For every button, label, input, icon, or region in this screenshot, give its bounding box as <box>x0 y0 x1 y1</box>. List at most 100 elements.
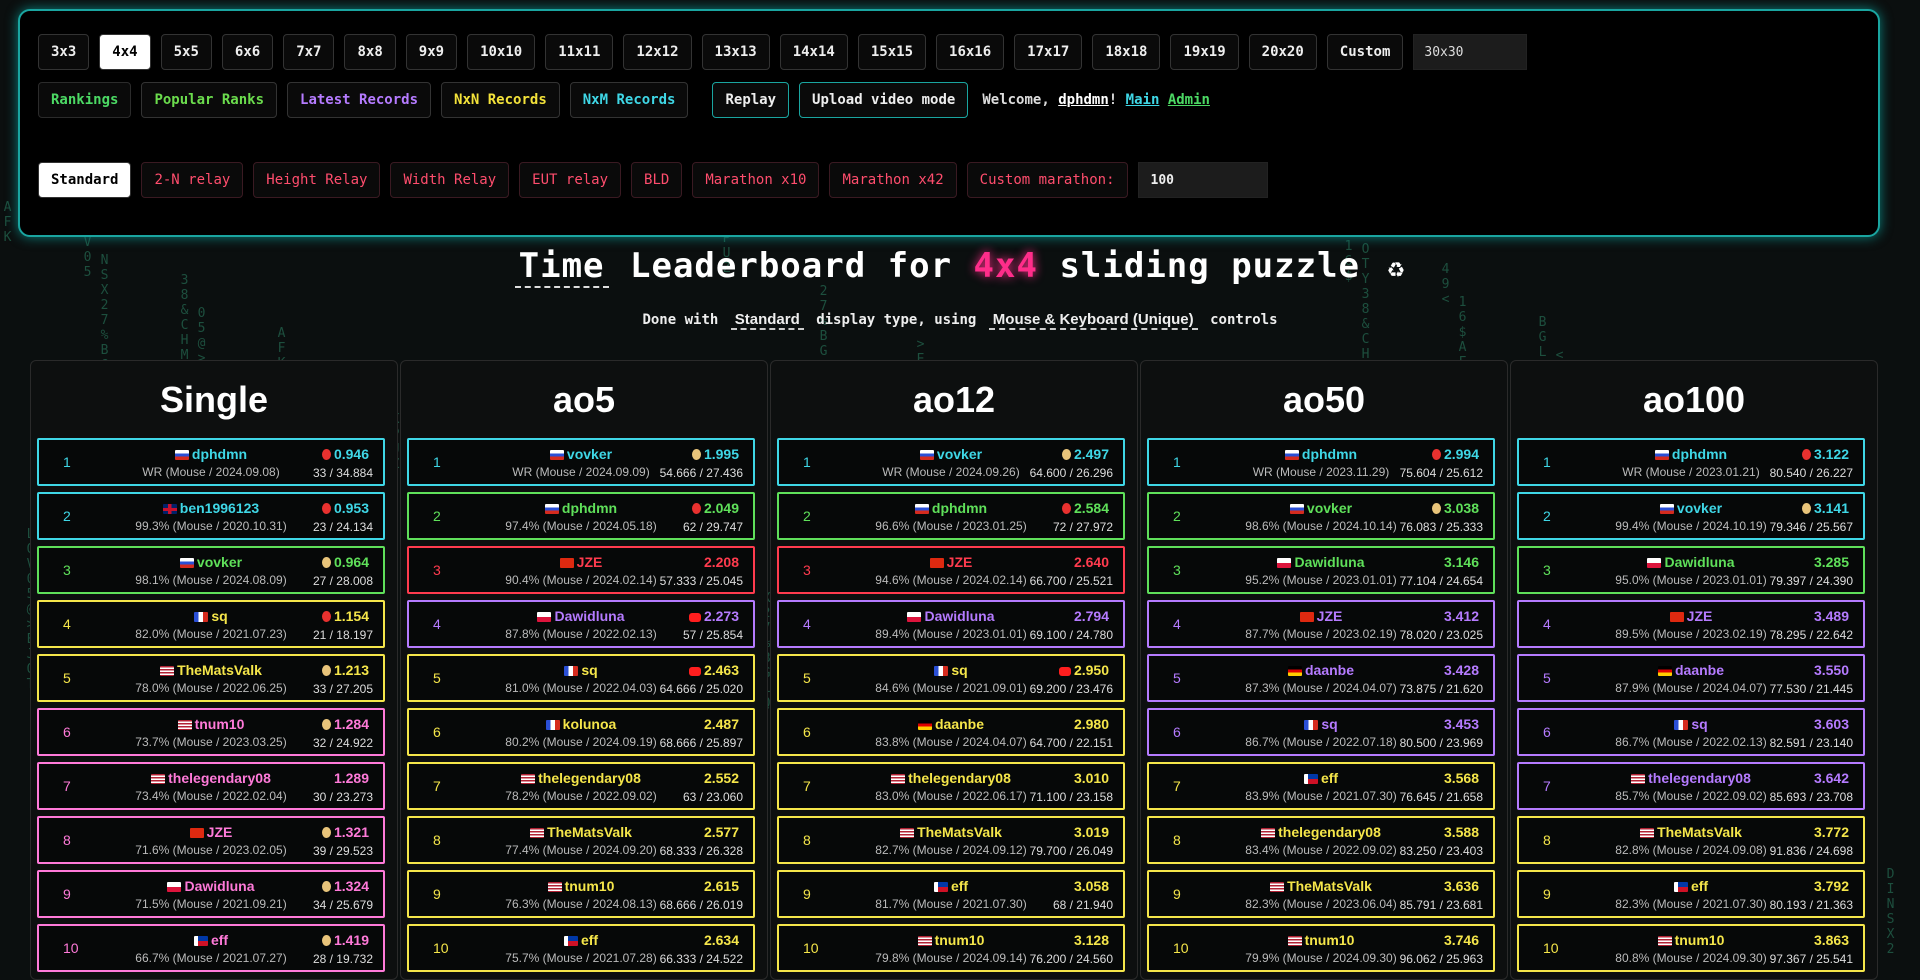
player-name[interactable]: daanbe <box>1519 662 1863 678</box>
upload-video-mode-button[interactable]: Upload video mode <box>799 82 969 118</box>
player-name[interactable]: JZE <box>779 554 1123 570</box>
leaderboard-entry[interactable]: 5 daanbe 87.9% (Mouse / 2024.04.07) 3.550 77… <box>1517 654 1865 702</box>
leaderboard-entry[interactable]: 10 tnum10 79.9% (Mouse / 2024.09.30) 3.746 9… <box>1147 924 1495 972</box>
leaderboard-entry[interactable]: 10 eff 75.7% (Mouse / 2021.07.28) 2.634 66.3… <box>407 924 755 972</box>
player-name[interactable]: Dawidluna <box>1149 554 1493 570</box>
leaderboard-entry[interactable]: 2 dphdmn 97.4% (Mouse / 2024.05.18) 2.049 62… <box>407 492 755 540</box>
nxm-records-button[interactable]: NxM Records <box>569 82 689 118</box>
leaderboard-entry[interactable]: 2 dphdmn 96.6% (Mouse / 2023.01.25) 2.584 72… <box>777 492 1125 540</box>
leaderboard-entry[interactable]: 8 JZE 71.6% (Mouse / 2023.02.05) 1.321 39 / … <box>37 816 385 864</box>
leaderboard-entry[interactable]: 5 sq 81.0% (Mouse / 2022.04.03) 2.463 64.666… <box>407 654 755 702</box>
leaderboard-entry[interactable]: 7 eff 83.9% (Mouse / 2021.07.30) 3.568 76.64… <box>1147 762 1495 810</box>
player-name[interactable]: JZE <box>1519 608 1863 624</box>
leaderboard-entry[interactable]: 2 vovker 98.6% (Mouse / 2024.10.14) 3.038 76… <box>1147 492 1495 540</box>
player-name[interactable]: JZE <box>409 554 753 570</box>
player-name[interactable]: tnum10 <box>1519 932 1863 948</box>
record-time[interactable]: 3.128 <box>1074 932 1109 948</box>
record-time[interactable]: 2.980 <box>1074 716 1109 732</box>
record-time[interactable]: 3.412 <box>1444 608 1479 624</box>
record-time[interactable]: 3.746 <box>1444 932 1479 948</box>
record-time[interactable]: 1.321 <box>321 824 369 840</box>
mode-button-height-relay[interactable]: Height Relay <box>253 162 381 198</box>
player-name[interactable]: thelegendary08 <box>409 770 753 786</box>
record-time[interactable]: 3.058 <box>1074 878 1109 894</box>
mode-button-2-n-relay[interactable]: 2-N relay <box>141 162 244 198</box>
leaderboard-entry[interactable]: 5 sq 84.6% (Mouse / 2021.09.01) 2.950 69.200… <box>777 654 1125 702</box>
record-time[interactable]: 3.489 <box>1814 608 1849 624</box>
replay-button[interactable]: Replay <box>712 82 790 118</box>
record-time[interactable]: 2.994 <box>1431 446 1479 462</box>
record-time[interactable]: 1.324 <box>321 878 369 894</box>
leaderboard-entry[interactable]: 7 thelegendary08 78.2% (Mouse / 2022.09.02… <box>407 762 755 810</box>
size-button-12x12[interactable]: 12x12 <box>623 34 692 70</box>
size-button-9x9[interactable]: 9x9 <box>405 34 458 70</box>
mode-button-custom-marathon[interactable]: Custom marathon: <box>966 162 1128 198</box>
player-name[interactable]: daanbe <box>1149 662 1493 678</box>
admin-link[interactable]: Admin <box>1168 92 1210 108</box>
record-time[interactable]: 0.964 <box>321 554 369 570</box>
leaderboard-entry[interactable]: 8 TheMatsValk 82.7% (Mouse / 2024.09.12) 3.… <box>777 816 1125 864</box>
record-time[interactable]: 2.640 <box>1074 554 1109 570</box>
leaderboard-entry[interactable]: 6 sq 86.7% (Mouse / 2022.02.13) 3.603 82.591… <box>1517 708 1865 756</box>
record-time[interactable]: 1.154 <box>321 608 369 624</box>
record-time[interactable]: 2.487 <box>704 716 739 732</box>
record-time[interactable]: 2.049 <box>691 500 739 516</box>
record-time[interactable]: 3.010 <box>1074 770 1109 786</box>
record-time[interactable]: 3.772 <box>1814 824 1849 840</box>
player-name[interactable]: tnum10 <box>1149 932 1493 948</box>
size-button-19x19[interactable]: 19x19 <box>1170 34 1239 70</box>
record-time[interactable]: 2.584 <box>1061 500 1109 516</box>
leaderboard-entry[interactable]: 3 Dawidluna 95.0% (Mouse / 2023.01.01) 3.28… <box>1517 546 1865 594</box>
mode-button-standard[interactable]: Standard <box>38 162 132 198</box>
player-name[interactable]: eff <box>1519 878 1863 894</box>
mode-button-marathon-x10[interactable]: Marathon x10 <box>692 162 820 198</box>
record-time[interactable]: 3.038 <box>1431 500 1479 516</box>
leaderboard-entry[interactable]: 1 dphdmn WR (Mouse / 2023.11.29) 2.994 75.60… <box>1147 438 1495 486</box>
leaderboard-entry[interactable]: 6 sq 86.7% (Mouse / 2022.07.18) 3.453 80.500… <box>1147 708 1495 756</box>
video-icon[interactable] <box>1058 667 1071 676</box>
record-time[interactable]: 2.273 <box>688 608 739 624</box>
leaderboard-entry[interactable]: 6 kolunoa 80.2% (Mouse / 2024.09.19) 2.487 6… <box>407 708 755 756</box>
size-button-17x17[interactable]: 17x17 <box>1014 34 1083 70</box>
leaderboard-entry[interactable]: 10 eff 66.7% (Mouse / 2021.07.27) 1.419 28 /… <box>37 924 385 972</box>
player-name[interactable]: Dawidluna <box>1519 554 1863 570</box>
mode-button-width-relay[interactable]: Width Relay <box>390 162 510 198</box>
player-name[interactable]: TheMatsValk <box>1149 878 1493 894</box>
size-button-7x7[interactable]: 7x7 <box>283 34 335 70</box>
mode-button-bld[interactable]: BLD <box>631 162 683 198</box>
record-time[interactable]: 2.208 <box>704 554 739 570</box>
rankings-button[interactable]: Rankings <box>38 82 132 118</box>
leaderboard-entry[interactable]: 4 Dawidluna 89.4% (Mouse / 2023.01.01) 2.79… <box>777 600 1125 648</box>
record-time[interactable]: 3.792 <box>1814 878 1849 894</box>
player-name[interactable]: eff <box>779 878 1123 894</box>
record-time[interactable]: 3.588 <box>1444 824 1479 840</box>
leaderboard-entry[interactable]: 10 tnum10 79.8% (Mouse / 2024.09.14) 3.128 7… <box>777 924 1125 972</box>
record-time[interactable]: 3.146 <box>1444 554 1479 570</box>
player-name[interactable]: kolunoa <box>409 716 753 732</box>
record-time[interactable]: 1.284 <box>321 716 369 732</box>
video-icon[interactable] <box>688 667 701 676</box>
main-link[interactable]: Main <box>1126 92 1160 108</box>
popular-ranks-button[interactable]: Popular Ranks <box>141 82 278 118</box>
record-time[interactable]: 0.946 <box>321 446 369 462</box>
custom-size-input[interactable] <box>1413 34 1528 70</box>
player-name[interactable]: thelegendary08 <box>1149 824 1493 840</box>
record-time[interactable]: 2.950 <box>1058 662 1109 678</box>
player-name[interactable]: eff <box>1149 770 1493 786</box>
leaderboard-entry[interactable]: 6 daanbe 83.8% (Mouse / 2024.04.07) 2.980 64… <box>777 708 1125 756</box>
username-link[interactable]: dphdmn <box>1058 92 1109 108</box>
leaderboard-entry[interactable]: 8 TheMatsValk 77.4% (Mouse / 2024.09.20) 2.… <box>407 816 755 864</box>
player-name[interactable]: sq <box>1149 716 1493 732</box>
size-button-11x11[interactable]: 11x11 <box>545 34 614 70</box>
player-name[interactable]: daanbe <box>779 716 1123 732</box>
leaderboard-entry[interactable]: 1 vovker WR (Mouse / 2024.09.09) 1.995 54.66… <box>407 438 755 486</box>
record-time[interactable]: 1.213 <box>321 662 369 678</box>
record-time[interactable]: 1.995 <box>691 446 739 462</box>
size-button-5x5[interactable]: 5x5 <box>160 34 212 70</box>
size-button-15x15[interactable]: 15x15 <box>857 34 927 70</box>
leaderboard-entry[interactable]: 3 Dawidluna 95.2% (Mouse / 2023.01.01) 3.14… <box>1147 546 1495 594</box>
size-button-10x10[interactable]: 10x10 <box>467 34 536 70</box>
video-icon[interactable] <box>688 613 701 622</box>
leaderboard-entry[interactable]: 10 tnum10 80.8% (Mouse / 2024.09.30) 3.863 9… <box>1517 924 1865 972</box>
size-button-18x18[interactable]: 18x18 <box>1092 34 1161 70</box>
